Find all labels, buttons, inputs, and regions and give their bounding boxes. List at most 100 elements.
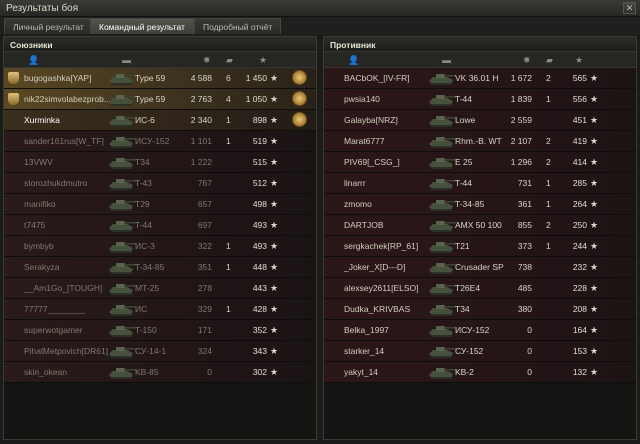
star-icon: ★ (590, 178, 599, 188)
star-icon: ★ (590, 304, 599, 314)
player-name: yakyt_14 (344, 367, 379, 377)
enemies-column-header: 👤 ▬ ✸ ▰ ★ (324, 52, 636, 68)
player-row[interactable]: bymbyb ИС-3 322 1 493 ★ (4, 236, 316, 257)
damage-value: 1 296 (510, 157, 532, 167)
player-name: 13VWV (24, 157, 53, 167)
tank-icon (107, 258, 137, 276)
star-icon: ★ (590, 346, 599, 356)
xp-value: 285 (572, 178, 587, 188)
damage-value: 361 (517, 199, 532, 209)
damage-value: 171 (197, 325, 212, 335)
player-row[interactable]: Belka_1997 ИСУ-152 0 164 ★ (324, 320, 636, 341)
damage-value: 767 (197, 178, 212, 188)
player-row[interactable]: PihalMetpovich[DR61] СУ-14-1 324 343 ★ (4, 341, 316, 362)
medal-icon[interactable] (292, 91, 307, 106)
player-row[interactable]: yakyt_14 KB-2 0 132 ★ (324, 362, 636, 383)
medal-icon[interactable] (292, 70, 307, 85)
xp-value: 228 (572, 283, 587, 293)
player-row[interactable]: DARTJOB AMX 50 100 855 2 250 ★ (324, 215, 636, 236)
xp-value: 1 450 (245, 73, 267, 83)
vehicle-name: Lowe (455, 115, 476, 125)
xp-value: 232 (572, 262, 587, 272)
damage-value: 1 672 (510, 73, 532, 83)
tank-icon (107, 342, 137, 360)
player-row[interactable]: linarrr T-44 731 1 285 ★ (324, 173, 636, 194)
xp-value: 515 (252, 157, 267, 167)
damage-value: 2 559 (510, 115, 532, 125)
tank-icon (427, 363, 457, 381)
damage-value: 0 (207, 367, 212, 377)
tank-icon (427, 342, 457, 360)
player-name: DARTJOB (344, 220, 384, 230)
star-icon: ★ (270, 178, 279, 188)
star-icon: ★ (270, 241, 279, 251)
player-row[interactable]: starker_14 СУ-152 0 153 ★ (324, 341, 636, 362)
medal-icon[interactable] (292, 112, 307, 127)
star-icon[interactable]: ★ (575, 55, 583, 66)
player-row[interactable]: bugogashka[YAP] Type 59 4 588 6 1 450 ★ (4, 68, 316, 89)
player-name: linarrr (344, 178, 366, 188)
player-row[interactable]: Xurminka ИС-6 2 340 1 898 ★ (4, 110, 316, 131)
damage-value: 351 (197, 262, 212, 272)
vehicle-name: T-44 (455, 94, 473, 104)
damage-value: 1 101 (190, 136, 212, 146)
xp-value: 451 (572, 115, 587, 125)
player-row[interactable]: BACbOK_[IV-FR] VK 36.01 H 1 672 2 565 ★ (324, 68, 636, 89)
tank-icon (107, 69, 137, 87)
kills-value: 6 (226, 73, 231, 83)
player-row[interactable]: alexsey2611[ELSO] T26E4 485 228 ★ (324, 278, 636, 299)
damage-value: 2 763 (190, 94, 212, 104)
player-row[interactable]: t7475 T-44 697 493 ★ (4, 215, 316, 236)
player-row[interactable]: sergkachek[RP_61] T21 373 1 244 ★ (324, 236, 636, 257)
xp-value: 448 (252, 262, 267, 272)
player-row[interactable]: 13VWV T34 1 222 515 ★ (4, 152, 316, 173)
allies-title: Союзники (4, 37, 316, 52)
close-button[interactable]: ✕ (623, 2, 636, 14)
tank-icon[interactable]: ▬ (122, 55, 131, 65)
player-row[interactable]: sander161rus[W_TF] ИСУ-152 1 101 1 519 ★ (4, 131, 316, 152)
star-icon: ★ (270, 94, 279, 104)
player-row[interactable]: pwsia140 T-44 1 839 1 556 ★ (324, 89, 636, 110)
player-row[interactable]: Marat6777 Rhm.-B. WT 2 107 2 419 ★ (324, 131, 636, 152)
player-row[interactable]: PIV69[_CSG_] E 25 1 296 2 414 ★ (324, 152, 636, 173)
kills-value: 2 (546, 73, 551, 83)
vehicle-name: VK 36.01 H (455, 73, 499, 83)
person-icon[interactable]: 👤 (28, 55, 39, 66)
tank-icon[interactable]: ▬ (442, 55, 451, 65)
player-row[interactable]: Serakyza T-34-85 351 1 448 ★ (4, 257, 316, 278)
player-row[interactable]: Dudka_KRIVBAS T34 380 208 ★ (324, 299, 636, 320)
xp-value: 493 (252, 220, 267, 230)
player-row[interactable]: superwotgamer T-150 171 352 ★ (4, 320, 316, 341)
player-row[interactable]: manifiko T29 657 498 ★ (4, 194, 316, 215)
enemies-list: BACbOK_[IV-FR] VK 36.01 H1 672 2 565 ★ pwsia1… (324, 68, 636, 383)
player-name: sergkachek[RP_61] (344, 241, 419, 251)
player-row[interactable]: __Am1Go_[TOUGH] MT-25 278 443 ★ (4, 278, 316, 299)
player-row[interactable]: 77777________ ИС 329 1 428 ★ (4, 299, 316, 320)
player-row[interactable]: nik22simvolabezprob... Type 59 2 763 4 1 050… (4, 89, 316, 110)
player-row[interactable]: storozhukdmutro T-43 767 512 ★ (4, 173, 316, 194)
player-row[interactable]: Galayba[NRZ] Lowe 2 559 451 ★ (324, 110, 636, 131)
star-icon: ★ (270, 220, 279, 230)
person-icon[interactable]: 👤 (348, 55, 359, 66)
star-icon: ★ (590, 115, 599, 125)
tank-icon (427, 174, 457, 192)
vehicle-name: ИС (135, 304, 148, 314)
squad-icon (8, 72, 19, 84)
star-icon[interactable]: ★ (259, 55, 267, 66)
vehicle-name: СУ-14-1 (135, 346, 167, 356)
kills-value: 1 (226, 136, 231, 146)
tab-detailed-report[interactable]: Подробный отчёт (194, 18, 282, 34)
kills-icon[interactable]: ▰ (226, 55, 233, 66)
tab-team-result[interactable]: Командный результат (90, 18, 194, 34)
player-name: 77777________ (24, 304, 86, 314)
window-titlebar: Результаты боя ✕ (0, 0, 640, 17)
tab-personal-result[interactable]: Личный результат (4, 18, 93, 34)
player-row[interactable]: skin_okean KB-85 0 302 ★ (4, 362, 316, 383)
player-row[interactable]: _Joker_X[D---D] Crusader SP 738 232 ★ (324, 257, 636, 278)
damage-value: 278 (197, 283, 212, 293)
damage-icon[interactable]: ✸ (523, 55, 531, 66)
player-row[interactable]: zmomo T-34-85 361 1 264 ★ (324, 194, 636, 215)
damage-icon[interactable]: ✸ (203, 55, 211, 66)
kills-icon[interactable]: ▰ (546, 55, 553, 66)
xp-value: 244 (572, 241, 587, 251)
